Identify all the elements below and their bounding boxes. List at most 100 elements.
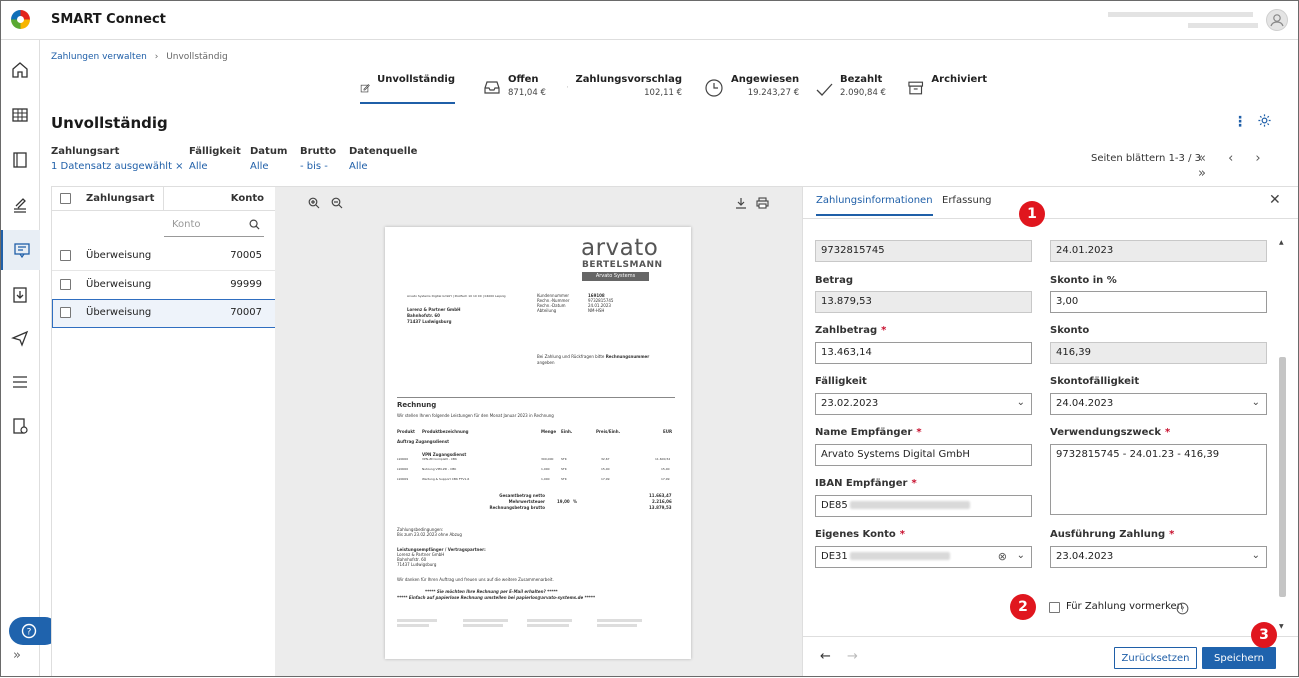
table-row-selected[interactable]: Überweisung 70007 xyxy=(52,299,276,328)
tab-zahlungsvorschlag[interactable]: Zahlungsvorschlag 102,11 € xyxy=(567,74,682,104)
expand-sidebar-icon[interactable]: » xyxy=(13,648,21,663)
skonto-pct-input[interactable]: 3,00 xyxy=(1050,291,1267,313)
more-options-icon[interactable]: ⋮ xyxy=(1233,114,1247,130)
doc-line-cell: 32,67 xyxy=(601,457,610,461)
eigenes-konto-select[interactable]: DE31 ⊗ ⌄ xyxy=(815,546,1032,568)
zahlbetrag-input[interactable]: 13.463,14 xyxy=(815,342,1032,364)
next-arrow-icon[interactable]: → xyxy=(847,649,858,664)
filter-label: Datum xyxy=(250,146,288,157)
empfaenger-input[interactable]: Arvato Systems Digital GmbH xyxy=(815,444,1032,466)
sidebar xyxy=(0,40,40,677)
page-title: Unvollständig xyxy=(51,114,168,132)
filter-faelligkeit[interactable]: Fälligkeit Alle xyxy=(189,146,241,172)
doc-col-header: Preis/Einh. xyxy=(596,429,621,434)
tab-erfassung[interactable]: Erfassung xyxy=(942,195,992,206)
tab-angewiesen[interactable]: Angewiesen 19.243,27 € xyxy=(704,74,804,104)
breadcrumb-parent[interactable]: Zahlungen verwalten xyxy=(51,52,147,62)
doc-promo: ***** Sie möchten Ihre Rechnung per E-Ma… xyxy=(425,589,558,594)
sidebar-item-send[interactable] xyxy=(0,318,40,358)
gear-icon[interactable] xyxy=(1257,113,1272,131)
table-row[interactable]: Überweisung 99999 xyxy=(52,271,276,300)
table-row[interactable]: Überweisung 70005 xyxy=(52,242,276,271)
zoom-out-icon[interactable] xyxy=(331,197,343,209)
sidebar-item-payments[interactable] xyxy=(0,230,40,270)
breadcrumb-separator: › xyxy=(154,52,159,62)
breadcrumb-current: Unvollständig xyxy=(166,52,228,62)
sidebar-item-import[interactable] xyxy=(0,275,40,315)
clear-icon[interactable]: ⊗ xyxy=(998,550,1007,563)
select-all-checkbox[interactable] xyxy=(60,193,71,204)
filter-value[interactable]: - bis - xyxy=(300,161,336,172)
row-zahlungsart: Überweisung xyxy=(86,279,152,290)
filter-value[interactable]: Alle xyxy=(189,161,241,172)
filter-datum[interactable]: Datum Alle xyxy=(250,146,287,172)
import-icon xyxy=(13,287,27,303)
doc-total-value: 11.663,47 xyxy=(649,493,672,498)
filter-brutto[interactable]: Brutto - bis - xyxy=(300,146,336,172)
filter-datenquelle[interactable]: Datenquelle Alle xyxy=(349,146,417,172)
row-checkbox[interactable] xyxy=(60,250,71,261)
label-betrag: Betrag xyxy=(815,275,854,286)
app-logo-icon xyxy=(11,10,30,29)
avatar[interactable] xyxy=(1266,9,1288,31)
sidebar-item-list[interactable] xyxy=(0,362,40,402)
verwendungszweck-textarea[interactable]: 9732815745 - 24.01.23 - 416,39 xyxy=(1050,444,1267,515)
doc-line-cell: 15,00 xyxy=(661,467,670,471)
payment-icon xyxy=(13,243,30,259)
faelligkeit-select[interactable]: 23.02.2023 ⌄ xyxy=(815,393,1032,415)
scroll-up-icon: ▲ xyxy=(1279,239,1284,246)
column-header-konto[interactable]: Konto xyxy=(231,193,264,204)
close-icon[interactable]: ✕ xyxy=(1269,192,1281,208)
tab-zahlungsinformationen[interactable]: Zahlungsinformationen xyxy=(816,195,933,216)
tab-unvollstaendig[interactable]: Unvollständig xyxy=(360,74,455,104)
payments-table: Zahlungsart Konto Konto Überweisung 7000… xyxy=(51,186,276,677)
doc-line-cell: VPN-ZD komplett - CBK xyxy=(422,457,457,461)
sidebar-item-table[interactable] xyxy=(0,95,40,135)
payment-detail-panel: Zahlungsinformationen Erfassung ✕ 973281… xyxy=(802,186,1299,677)
column-header-zahlungsart[interactable]: Zahlungsart xyxy=(86,193,154,204)
chevron-down-icon: ⌄ xyxy=(1016,397,1025,408)
doc-total-value: 13.879,53 xyxy=(649,505,672,510)
help-icon[interactable]: ? xyxy=(1176,602,1189,615)
tab-value: 2.090,84 € xyxy=(840,88,886,98)
ausfuehrung-select[interactable]: 23.04.2023 ⌄ xyxy=(1050,546,1267,568)
skontofaelligkeit-select[interactable]: 24.04.2023 ⌄ xyxy=(1050,393,1267,415)
filter-value[interactable]: Alle xyxy=(349,161,417,172)
save-button[interactable]: Speichern xyxy=(1202,647,1276,669)
reset-button[interactable]: Zurücksetzen xyxy=(1114,647,1197,669)
tab-bezahlt[interactable]: Bezahlt 2.090,84 € xyxy=(815,74,897,104)
tab-value: 102,11 € xyxy=(644,88,682,98)
detail-scrollbar[interactable]: ▲ ▼ xyxy=(1277,239,1287,631)
row-checkbox[interactable] xyxy=(60,307,71,318)
zoom-in-icon[interactable] xyxy=(308,197,320,209)
pager-navigation-icons[interactable]: « ‹ › » xyxy=(1198,151,1299,181)
tab-offen[interactable]: Offen 871,04 € xyxy=(483,74,563,104)
print-icon[interactable] xyxy=(756,197,769,209)
label-faelligkeit: Fälligkeit xyxy=(815,376,867,387)
tab-label: Archiviert xyxy=(931,74,987,85)
konto-filter-input[interactable]: Konto xyxy=(164,213,264,237)
filter-value[interactable]: Alle xyxy=(250,161,287,172)
filter-value[interactable]: 1 Datensatz ausgewählt × xyxy=(51,161,184,172)
filter-zahlungsart[interactable]: Zahlungsart 1 Datensatz ausgewählt × xyxy=(51,146,184,172)
doc-line-cell: 17,99 xyxy=(661,477,670,481)
chevron-down-icon: ⌄ xyxy=(1251,550,1260,561)
question-circle-icon: ? xyxy=(21,623,37,639)
scrollbar-thumb[interactable] xyxy=(1279,357,1286,597)
row-checkbox[interactable] xyxy=(60,279,71,290)
field-value: 9732815745 xyxy=(821,245,885,256)
doc-line-cell: 1,000 xyxy=(541,477,550,481)
download-icon[interactable] xyxy=(735,197,747,209)
tab-archiviert[interactable]: Archiviert xyxy=(907,74,987,104)
filter-label: Fälligkeit xyxy=(189,146,241,157)
vormerken-checkbox[interactable] xyxy=(1049,602,1060,613)
doc-line-cell: 11.600,52 xyxy=(655,457,671,461)
document-settings-icon xyxy=(13,418,28,434)
sidebar-item-home[interactable] xyxy=(0,50,40,90)
iban-input[interactable]: DE85 xyxy=(815,495,1032,517)
previous-arrow-icon[interactable]: ← xyxy=(820,649,831,664)
sidebar-item-settings-doc[interactable] xyxy=(0,406,40,446)
sidebar-item-stack[interactable] xyxy=(0,185,40,225)
sidebar-item-book[interactable] xyxy=(0,140,40,180)
doc-line-cell: 17,99 xyxy=(601,477,610,481)
